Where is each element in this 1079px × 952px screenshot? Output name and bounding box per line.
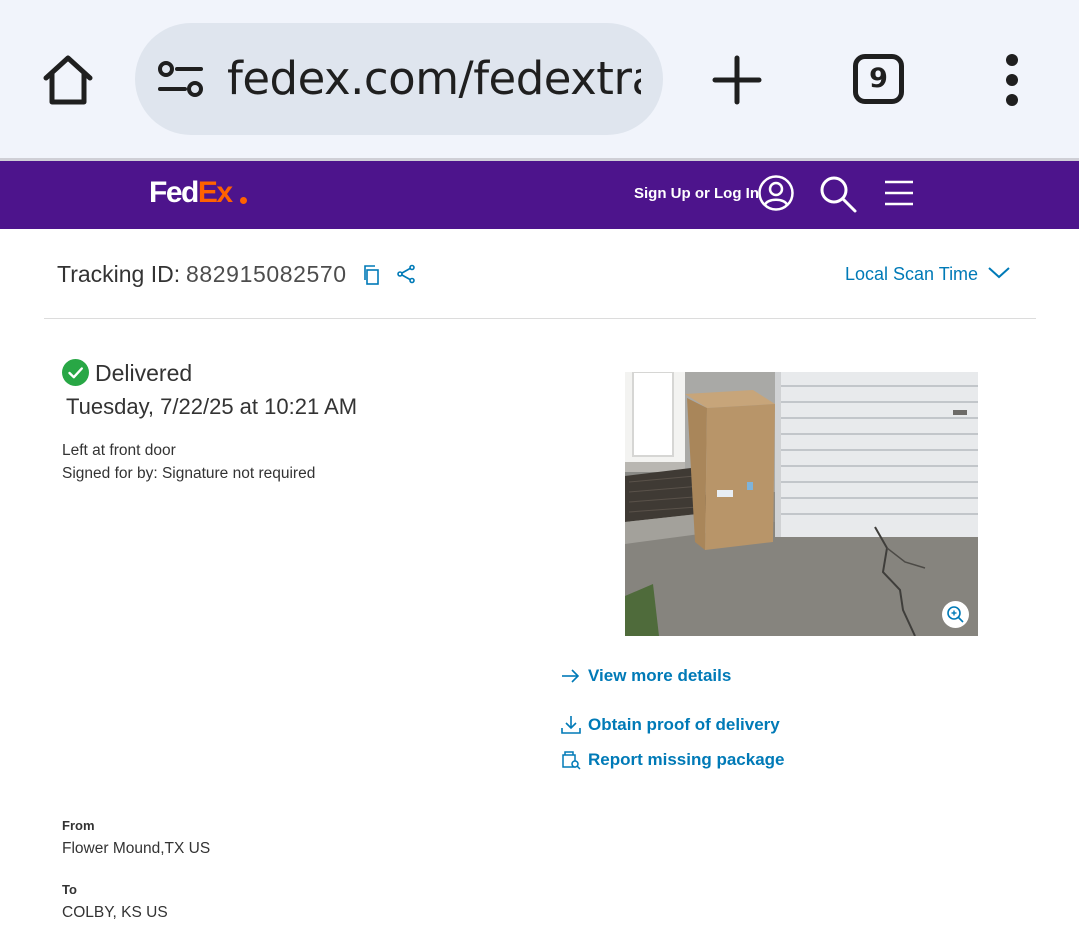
- view-more-details-link[interactable]: View more details: [588, 664, 731, 688]
- copy-icon[interactable]: [362, 264, 382, 286]
- arrow-right-icon[interactable]: [561, 666, 581, 686]
- logo-dot: [240, 197, 247, 204]
- delivery-location-note: Left at front door: [62, 442, 176, 459]
- download-icon[interactable]: [561, 715, 581, 735]
- home-icon[interactable]: [38, 50, 98, 110]
- to-label: To: [62, 882, 77, 897]
- section-divider: [44, 318, 1036, 319]
- proof-of-delivery-photo[interactable]: [625, 372, 978, 636]
- tracking-id-label: Tracking ID:: [57, 261, 181, 287]
- search-icon[interactable]: [818, 174, 858, 214]
- package-search-icon[interactable]: [561, 750, 581, 770]
- address-bar[interactable]: fedex.com/fedextrack: [135, 23, 663, 135]
- fedex-logo[interactable]: FedEx: [149, 175, 247, 211]
- logo-fed-text: Fed: [149, 176, 199, 209]
- report-missing-package-link[interactable]: Report missing package: [588, 748, 785, 772]
- check-circle-icon: [62, 359, 89, 386]
- signature-status: Signed for by: Signature not required: [62, 465, 316, 482]
- delivery-date: Tuesday, 7/22/25 at 10:21 AM: [66, 394, 358, 419]
- zoom-in-icon: [947, 606, 964, 623]
- local-scan-time-toggle[interactable]: Local Scan Time: [845, 260, 978, 288]
- chevron-down-icon[interactable]: [987, 264, 1011, 282]
- url-text[interactable]: fedex.com/fedextrack: [227, 51, 641, 107]
- from-label: From: [62, 818, 95, 833]
- signup-login-link[interactable]: Sign Up or Log In: [634, 183, 759, 205]
- hamburger-menu-icon[interactable]: [883, 179, 915, 207]
- tab-switcher-button[interactable]: 9: [853, 54, 904, 104]
- obtain-proof-of-delivery-link[interactable]: Obtain proof of delivery: [588, 713, 780, 737]
- site-header: FedEx Sign Up or Log In: [0, 161, 1079, 229]
- share-icon[interactable]: [396, 264, 416, 284]
- delivery-status: Delivered: [95, 360, 193, 386]
- to-address: COLBY, KS US: [62, 904, 168, 921]
- logo-ex-text: Ex: [197, 176, 233, 209]
- from-address: Flower Mound,TX US: [62, 840, 211, 857]
- user-account-icon[interactable]: [757, 174, 795, 212]
- new-tab-icon[interactable]: [709, 52, 765, 108]
- browser-toolbar: fedex.com/fedextrack 9: [0, 0, 1079, 158]
- delivery-photo-drawing: [625, 372, 978, 636]
- zoom-photo-button[interactable]: [942, 601, 969, 628]
- more-options-icon[interactable]: [996, 52, 1028, 108]
- tracking-id-value: 882915082570: [186, 261, 347, 287]
- site-settings-icon[interactable]: [157, 59, 205, 99]
